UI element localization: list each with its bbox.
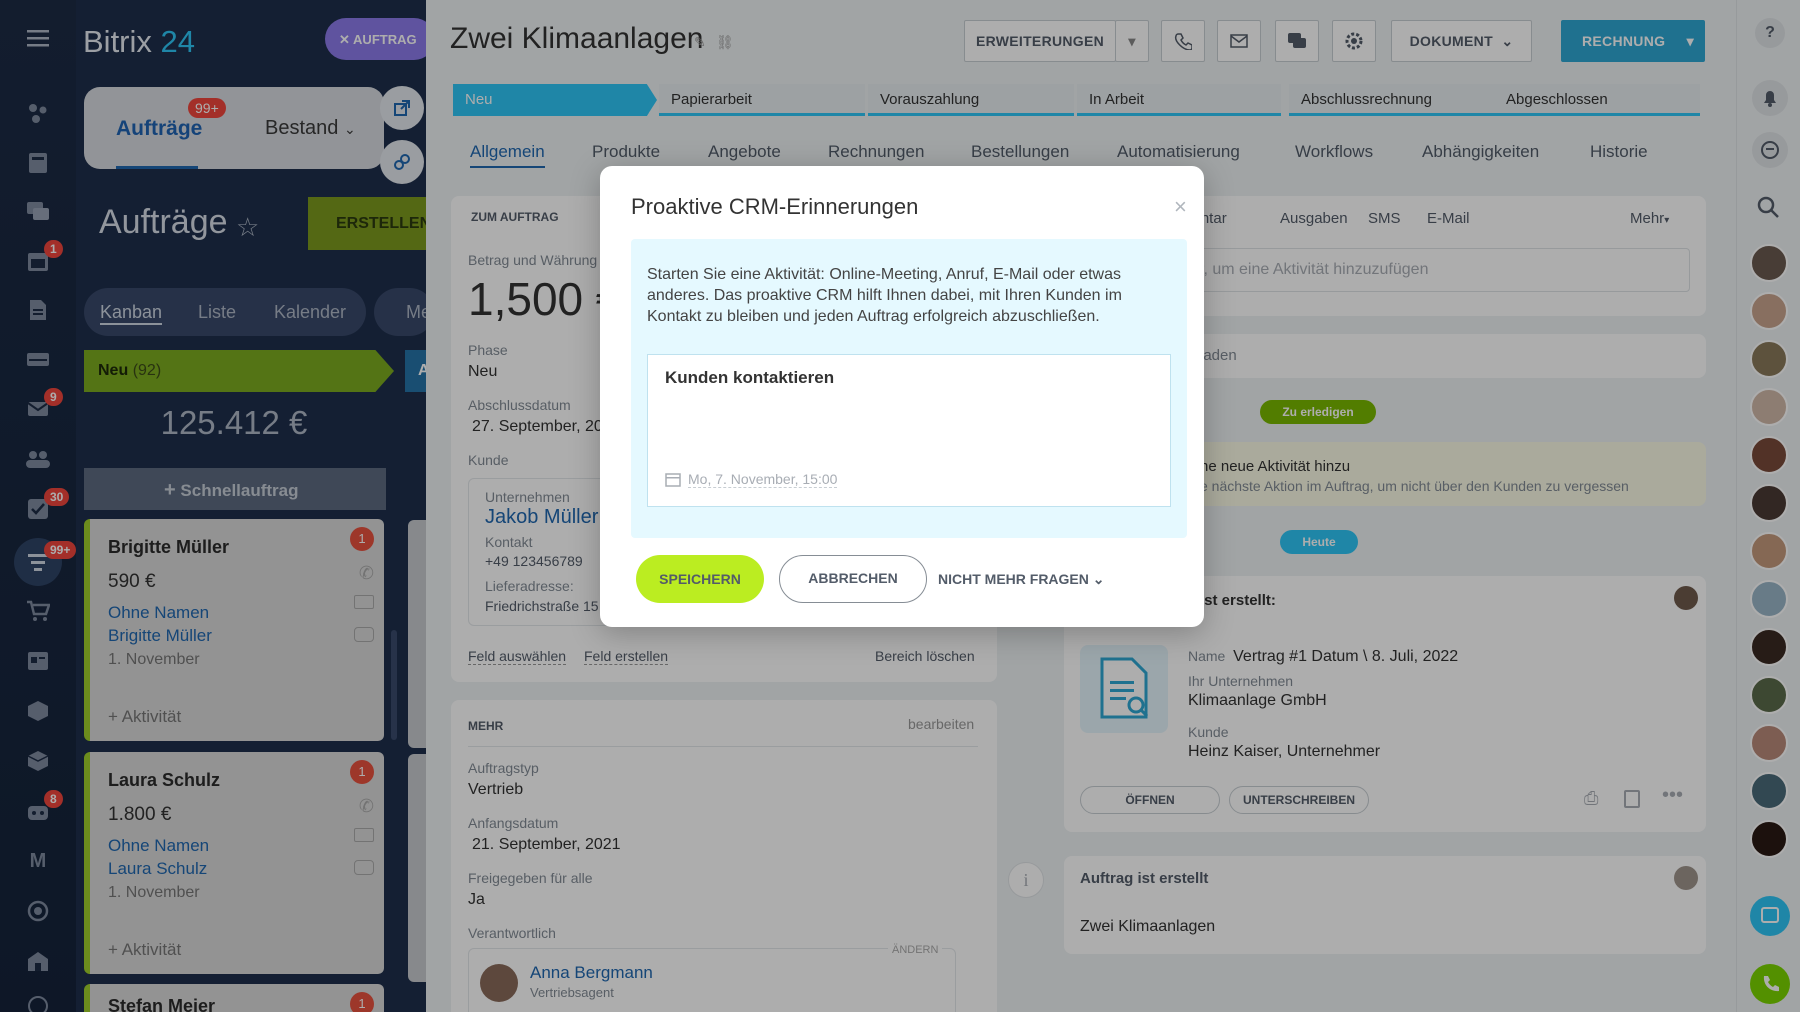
- dont-ask-label: NICHT MEHR FRAGEN: [938, 571, 1089, 587]
- cancel-button[interactable]: ABBRECHEN: [779, 555, 927, 603]
- task-date[interactable]: Mo, 7. November, 15:00: [688, 471, 838, 488]
- dont-ask-dropdown[interactable]: NICHT MEHR FRAGEN ⌄: [938, 571, 1105, 588]
- close-icon[interactable]: ×: [1174, 194, 1187, 220]
- crm-reminder-dialog: Proaktive CRM-Erinnerungen × Starten Sie…: [600, 166, 1204, 627]
- calendar-icon: [665, 472, 681, 487]
- task-title[interactable]: Kunden kontaktieren: [665, 368, 834, 388]
- info-text: Starten Sie eine Aktivität: Online-Meeti…: [647, 266, 1122, 325]
- dialog-title: Proaktive CRM-Erinnerungen: [631, 194, 919, 219]
- save-button[interactable]: SPEICHERN: [636, 555, 764, 603]
- chevron-down-icon: ⌄: [1092, 571, 1105, 587]
